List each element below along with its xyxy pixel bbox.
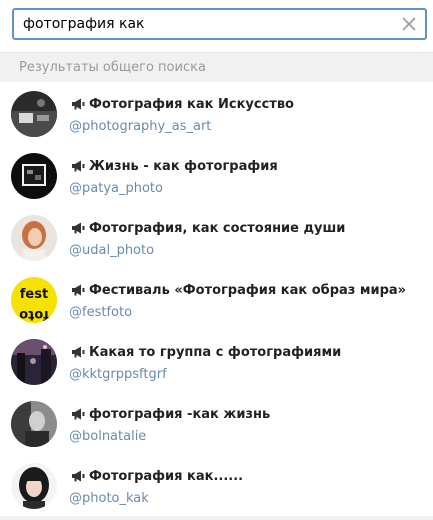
svg-text:fest: fest (20, 287, 48, 302)
clear-search-button[interactable] (397, 12, 421, 36)
search-results-window: Результаты общего поиска Фото (0, 0, 433, 520)
section-header: Результаты общего поиска (0, 52, 433, 82)
section-title: Результаты общего поиска (19, 60, 206, 75)
result-title: Какая то группа с фотографиями (89, 344, 342, 360)
avatar (11, 463, 57, 509)
megaphone-icon (72, 346, 85, 358)
avatar (11, 339, 57, 385)
list-item[interactable]: Какая то группа с фотографиями @kktgrpps… (0, 330, 433, 392)
result-title: Фотография, как состояние души (89, 220, 346, 236)
list-item[interactable]: fest foto Фестиваль «Фотография как обра… (0, 268, 433, 330)
megaphone-icon (72, 222, 85, 234)
list-item[interactable]: Фотография, как состояние души @udal_pho… (0, 206, 433, 268)
result-handle: @photography_as_art (69, 119, 212, 134)
result-handle: @photo_kak (69, 491, 149, 506)
search-input[interactable] (14, 10, 394, 38)
result-title: Фестиваль «Фотография как образ мира» (89, 282, 407, 298)
result-title: Фотография как Искусство (89, 96, 294, 112)
list-item[interactable]: фотография -как жизнь @bolnatalie (0, 392, 433, 454)
result-handle: @kktgrppsftgrf (69, 367, 167, 382)
svg-text:foto: foto (19, 307, 49, 322)
megaphone-icon (72, 98, 85, 110)
avatar: fest foto (11, 277, 57, 323)
avatar (11, 401, 57, 447)
result-handle: @udal_photo (69, 243, 155, 258)
result-handle: @bolnatalie (69, 429, 147, 444)
close-icon (402, 17, 416, 31)
list-item[interactable]: Фотография как...... @photo_kak (0, 454, 433, 516)
megaphone-icon (72, 408, 85, 420)
list-item[interactable]: Жизнь - как фотография @patya_photo (0, 144, 433, 206)
avatar (11, 153, 57, 199)
results-list: Фотография как Искусство @photography_as… (0, 82, 433, 516)
search-bar (0, 0, 433, 52)
list-item[interactable]: Фотография как Искусство @photography_as… (0, 82, 433, 144)
search-box[interactable] (12, 8, 427, 40)
divider (0, 516, 433, 520)
result-handle: @patya_photo (69, 181, 163, 196)
result-title: Жизнь - как фотография (89, 158, 278, 174)
avatar (11, 215, 57, 261)
megaphone-icon (72, 160, 85, 172)
megaphone-icon (72, 284, 85, 296)
result-title: фотография -как жизнь (89, 406, 271, 422)
result-handle: @festfoto (69, 305, 133, 320)
megaphone-icon (72, 470, 85, 482)
avatar (11, 91, 57, 137)
result-title: Фотография как...... (89, 468, 244, 484)
